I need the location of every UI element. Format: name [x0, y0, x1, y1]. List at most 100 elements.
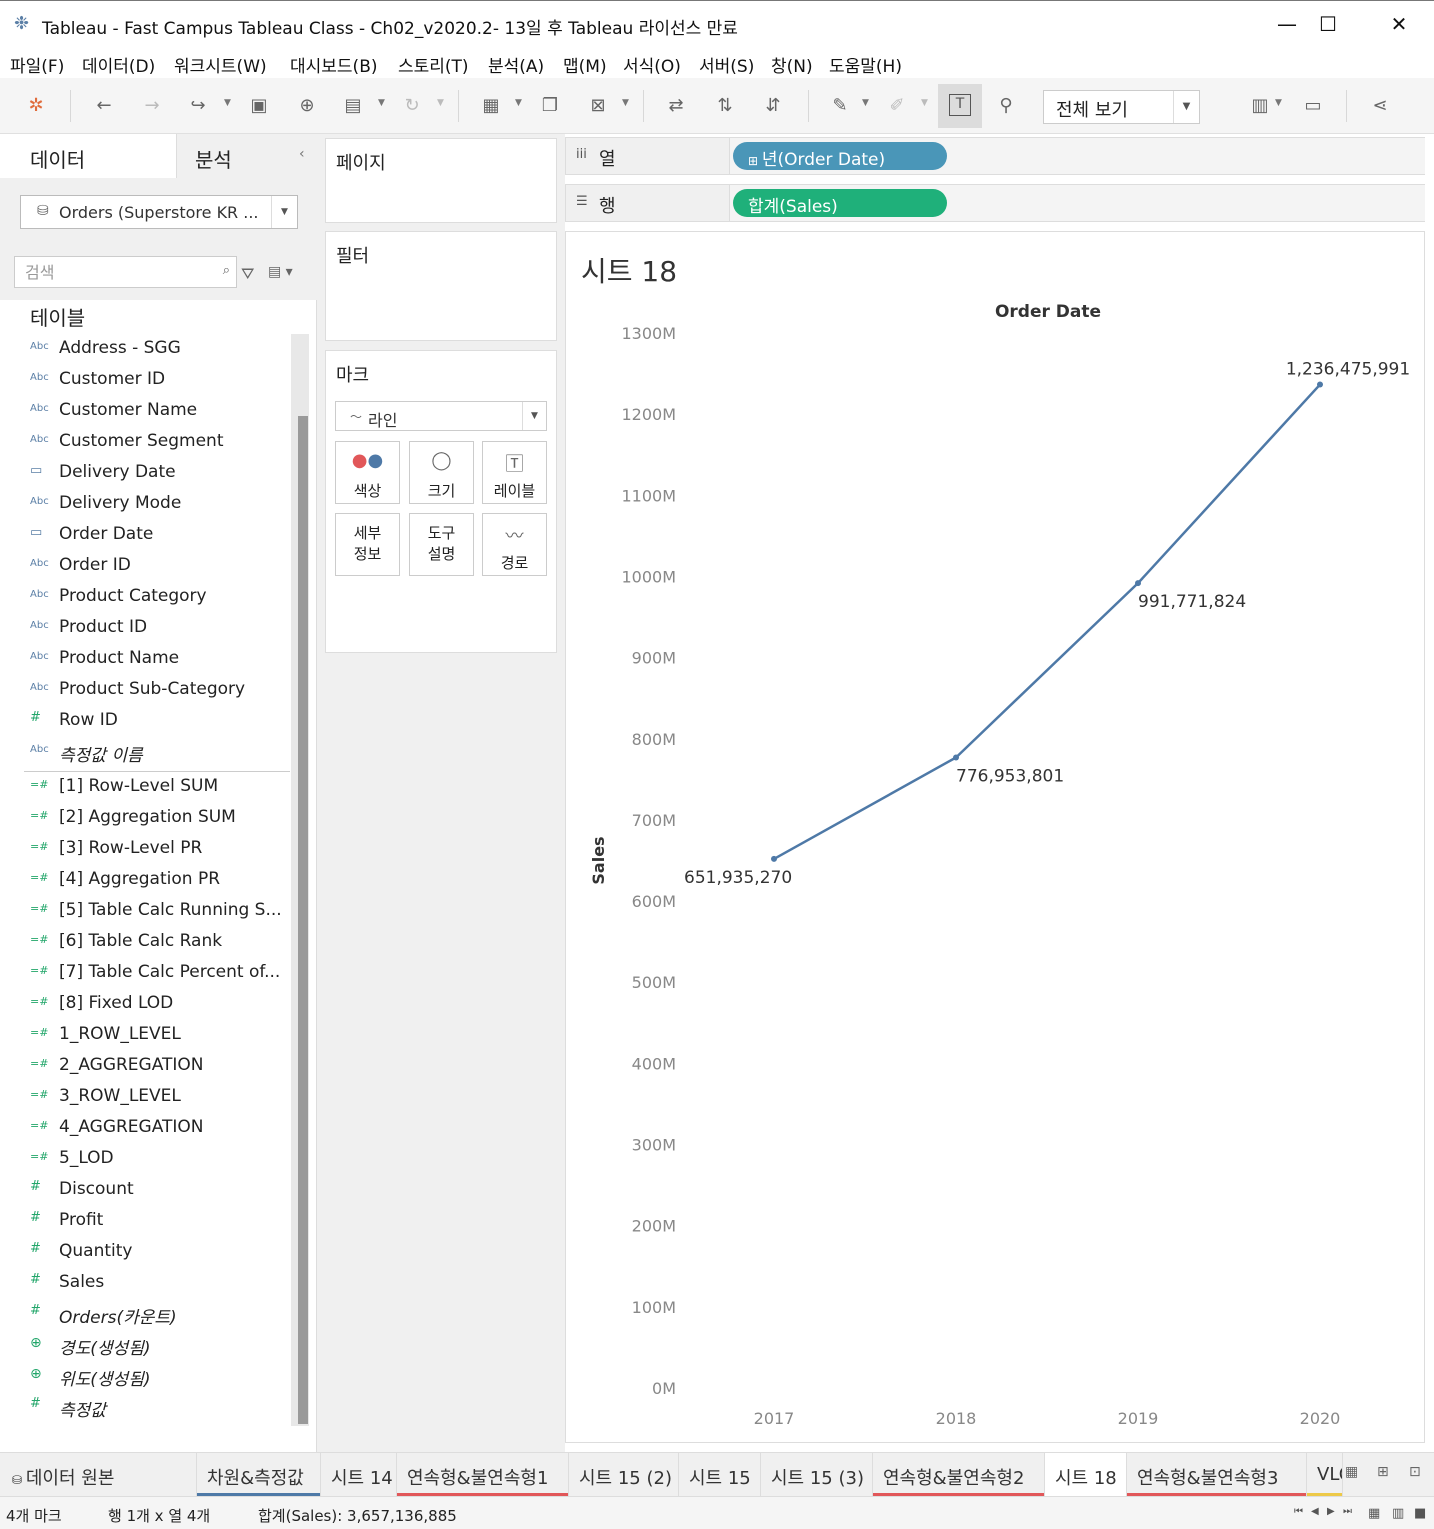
field-item[interactable]: =# [2] Aggregation SUM: [0, 803, 290, 834]
field-item[interactable]: ⊕ 경도(생성됨): [0, 1330, 290, 1361]
field-item[interactable]: # Orders(카운트): [0, 1299, 290, 1330]
field-item[interactable]: ⊕ 위도(생성됨): [0, 1361, 290, 1392]
highlight-icon[interactable]: ✎: [826, 92, 854, 120]
show-me-icon[interactable]: ▥: [1246, 92, 1274, 120]
field-item[interactable]: =# [7] Table Calc Percent of...: [0, 958, 290, 989]
field-item[interactable]: =# 4_AGGREGATION: [0, 1113, 290, 1144]
tableau-start-icon[interactable]: ✲: [22, 92, 50, 120]
field-item[interactable]: =# [8] Fixed LOD: [0, 989, 290, 1020]
minimize-button[interactable]: —: [1264, 9, 1310, 39]
field-item[interactable]: =# [4] Aggregation PR: [0, 865, 290, 896]
collapse-icon[interactable]: ‹: [299, 146, 305, 162]
next-sheet-icon[interactable]: ▶: [1327, 1506, 1335, 1517]
datasource-tab[interactable]: ⛁ 데이터 원본: [0, 1453, 197, 1497]
pin-icon[interactable]: ⚲: [992, 92, 1020, 120]
field-item[interactable]: Abc Product Category: [0, 582, 290, 613]
field-item[interactable]: =# 2_AGGREGATION: [0, 1051, 290, 1082]
tab-analysis[interactable]: 분석 ‹: [176, 134, 317, 178]
search-input[interactable]: [25, 258, 215, 286]
sheet-tab[interactable]: 연속형&불연속형1: [397, 1453, 569, 1497]
field-item[interactable]: # Profit: [0, 1206, 290, 1237]
sort-descending-icon[interactable]: ⇵: [759, 92, 787, 120]
field-item[interactable]: Abc 측정값 이름: [0, 737, 290, 768]
sheet-tab[interactable]: 시트 15 (2): [569, 1453, 679, 1497]
new-story-icon[interactable]: ⊡: [1409, 1464, 1421, 1480]
close-button[interactable]: ✕: [1376, 9, 1422, 39]
new-worksheet-icon[interactable]: ▦: [1345, 1464, 1358, 1480]
mark-type-select[interactable]: 〜 라인 ▼: [335, 401, 547, 431]
swap-rows-columns-icon[interactable]: ⇄: [662, 92, 690, 120]
field-item[interactable]: Abc Product ID: [0, 613, 290, 644]
sheet-tab[interactable]: 연속형&불연속형2: [873, 1453, 1045, 1497]
sort-ascending-icon[interactable]: ⇅: [711, 92, 739, 120]
refresh-icon[interactable]: ↻: [398, 92, 426, 120]
share-icon[interactable]: ⋖: [1366, 92, 1394, 120]
group-members-icon[interactable]: ✐: [883, 92, 911, 120]
tab-data[interactable]: 데이터: [0, 134, 176, 178]
sheet-tab[interactable]: 연속형&불연속형3: [1127, 1453, 1307, 1497]
undo-icon[interactable]: ←: [90, 92, 118, 120]
new-dashboard-icon[interactable]: ⊞: [1377, 1464, 1389, 1480]
field-item[interactable]: # Sales: [0, 1268, 290, 1299]
new-worksheet-icon[interactable]: ▦: [477, 92, 505, 120]
menu-story[interactable]: 스토리(T): [398, 52, 469, 77]
field-item[interactable]: Abc Order ID: [0, 551, 290, 582]
field-item[interactable]: =# [1] Row-Level SUM: [0, 772, 290, 803]
field-item[interactable]: ▭ Order Date: [0, 520, 290, 551]
pause-update-icon[interactable]: ▤: [339, 92, 367, 120]
last-sheet-icon[interactable]: ⏭: [1343, 1506, 1352, 1517]
field-item[interactable]: # Quantity: [0, 1237, 290, 1268]
menu-format[interactable]: 서식(O): [623, 52, 681, 77]
field-item[interactable]: Abc Delivery Mode: [0, 489, 290, 520]
field-item[interactable]: Abc Address - SGG: [0, 334, 290, 365]
filmstrip-icon[interactable]: ▥: [1392, 1506, 1404, 1521]
pages-shelf[interactable]: 페이지: [325, 138, 557, 223]
color-button[interactable]: ●● 색상: [335, 441, 400, 504]
maximize-button[interactable]: ☐: [1305, 9, 1351, 39]
menu-analysis[interactable]: 분석(A): [488, 52, 544, 77]
filter-icon[interactable]: ⛛: [241, 264, 254, 284]
menu-help[interactable]: 도움말(H): [829, 52, 902, 77]
tooltip-button[interactable]: 도구 설명: [409, 513, 474, 576]
clear-sheet-icon[interactable]: ⊠: [584, 92, 612, 120]
field-item[interactable]: =# 1_ROW_LEVEL: [0, 1020, 290, 1051]
field-item[interactable]: Abc Customer Segment: [0, 427, 290, 458]
datasource-select[interactable]: ⛁ Orders (Superstore KR ... ▼: [20, 195, 298, 229]
first-sheet-icon[interactable]: ⏮: [1294, 1506, 1303, 1517]
menu-map[interactable]: 맵(M): [563, 52, 607, 77]
menu-data[interactable]: 데이터(D): [82, 52, 155, 77]
field-item[interactable]: # 측정값: [0, 1392, 290, 1423]
view-options-icon[interactable]: ▤ ▾: [268, 264, 293, 280]
menu-dashboard[interactable]: 대시보드(B): [290, 52, 378, 77]
sum-sales-pill[interactable]: 합계(Sales): [733, 189, 947, 217]
field-item[interactable]: =# 3_ROW_LEVEL: [0, 1082, 290, 1113]
duplicate-sheet-icon[interactable]: ❐: [536, 92, 564, 120]
size-button[interactable]: ◯ 크기: [409, 441, 474, 504]
sheet-tab[interactable]: VLO: [1307, 1453, 1343, 1497]
sheet-sorter-icon[interactable]: ▦: [1368, 1506, 1380, 1521]
new-datasource-icon[interactable]: ⊕: [293, 92, 321, 120]
redo-icon[interactable]: →: [138, 92, 166, 120]
menu-worksheet[interactable]: 워크시트(W): [174, 52, 267, 77]
menu-window[interactable]: 창(N): [771, 52, 813, 77]
menu-file[interactable]: 파일(F): [10, 52, 64, 77]
field-item[interactable]: Abc Customer ID: [0, 365, 290, 396]
field-item[interactable]: =# [3] Row-Level PR: [0, 834, 290, 865]
scrollbar-thumb[interactable]: [298, 416, 308, 1424]
sheet-tab[interactable]: 시트 15 (3): [761, 1453, 873, 1497]
path-button[interactable]: 〰 경로: [482, 513, 547, 576]
label-button[interactable]: 🅃 레이블: [482, 441, 547, 504]
field-item[interactable]: =# [6] Table Calc Rank: [0, 927, 290, 958]
field-item[interactable]: Abc Product Sub-Category: [0, 675, 290, 706]
prev-sheet-icon[interactable]: ◀: [1311, 1506, 1319, 1517]
field-item[interactable]: =# 5_LOD: [0, 1144, 290, 1175]
field-item[interactable]: Abc Product Name: [0, 644, 290, 675]
field-item[interactable]: ▭ Delivery Date: [0, 458, 290, 489]
field-item[interactable]: =# [5] Table Calc Running S...: [0, 896, 290, 927]
menu-server[interactable]: 서버(S): [699, 52, 754, 77]
field-item[interactable]: # Discount: [0, 1175, 290, 1206]
save-icon[interactable]: ▣: [245, 92, 273, 120]
fit-dropdown[interactable]: 전체 보기 ▼: [1043, 90, 1200, 124]
field-item[interactable]: Abc Customer Name: [0, 396, 290, 427]
tabs-icon[interactable]: ■: [1414, 1506, 1426, 1521]
